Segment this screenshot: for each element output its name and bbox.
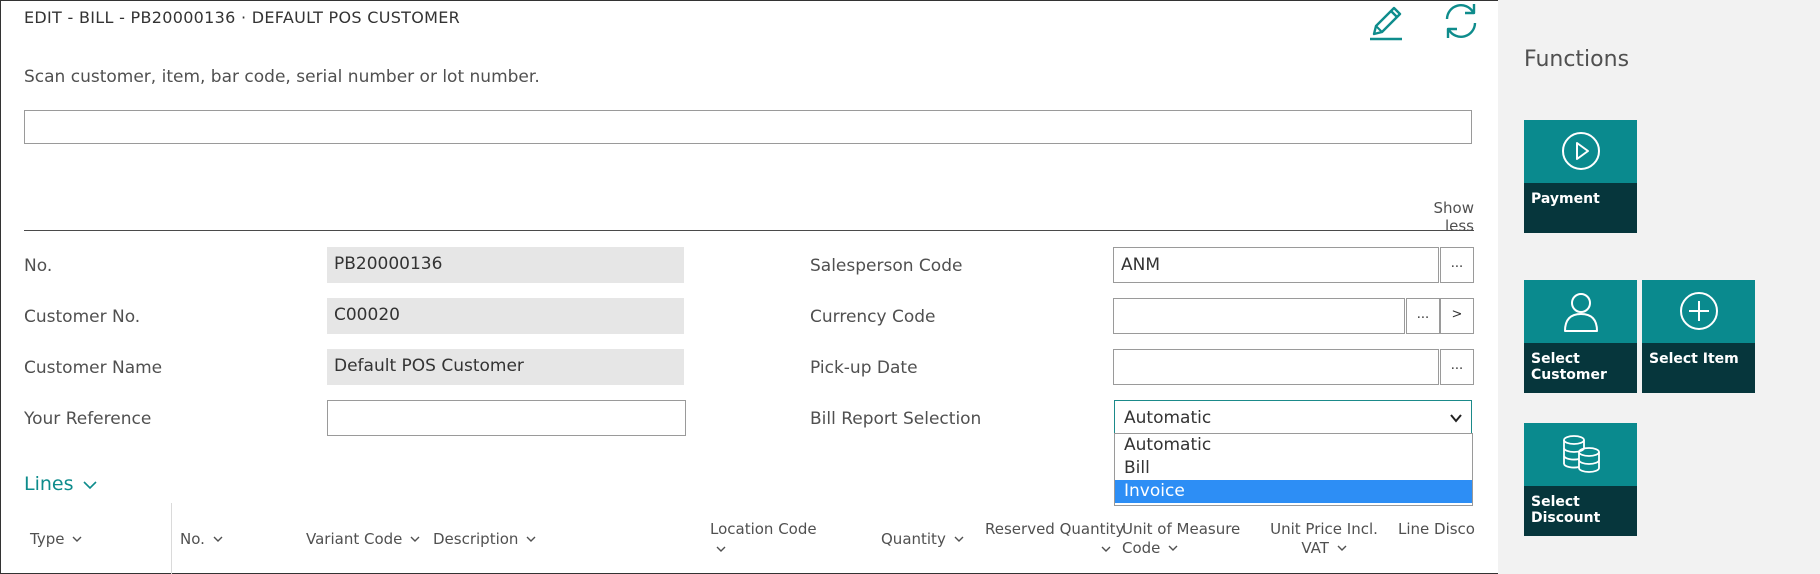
bill-report-selection-select[interactable]: Automatic (1114, 400, 1472, 436)
refresh-icon (1445, 4, 1477, 38)
pickup-date-lookup-button[interactable]: ... (1440, 349, 1474, 385)
tile-caption: Select Item (1649, 351, 1739, 367)
edit-button[interactable] (1366, 2, 1406, 42)
functions-title: Functions (1524, 47, 1630, 72)
customer-no-label: Customer No. (24, 307, 141, 327)
pencil-icon (1370, 6, 1402, 41)
column-header-type[interactable]: Type (30, 530, 82, 549)
plus-circle-icon (1680, 292, 1718, 330)
currency-lookup-button[interactable]: ... (1406, 298, 1440, 334)
chevron-down-icon (954, 536, 964, 542)
salesperson-code-label: Salesperson Code (810, 256, 963, 276)
column-header-reserved-quantity[interactable]: Reserved Quantity (985, 520, 1125, 558)
column-separator (171, 503, 172, 574)
chevron-down-icon (1450, 414, 1462, 423)
chevron-down-icon (526, 536, 536, 542)
column-header-label: Unit Price Incl. VAT (1270, 520, 1378, 557)
chevron-down-icon (82, 480, 97, 489)
chevron-down-icon (1337, 545, 1347, 551)
column-header-label: Type (30, 530, 65, 548)
dropdown-option-bill[interactable]: Bill (1115, 457, 1472, 480)
lines-section-toggle[interactable]: Lines (24, 473, 97, 495)
your-reference-input[interactable] (327, 400, 686, 436)
currency-drilldown-button[interactable]: > (1440, 298, 1474, 334)
no-field: PB20000136 (327, 247, 684, 283)
salesperson-lookup-button[interactable]: ... (1440, 247, 1474, 283)
pickup-date-label: Pick-up Date (810, 358, 918, 378)
chevron-down-icon (1168, 545, 1178, 551)
column-header-label: Description (433, 530, 519, 548)
scan-input[interactable] (24, 110, 1472, 144)
tile-caption: Select Customer (1531, 351, 1607, 383)
salesperson-code-input[interactable]: ANM (1113, 247, 1439, 283)
tile-caption: Select Discount (1531, 494, 1601, 526)
chevron-down-icon (72, 536, 82, 542)
column-header-label: No. (180, 530, 205, 548)
column-header-label: Line Discou (1398, 520, 1476, 538)
chevron-down-icon (410, 536, 420, 542)
column-header-label: Location Code (710, 520, 817, 538)
column-header-label: Unit of Measure Code (1122, 520, 1241, 557)
main-content: EDIT - BILL - PB20000136 · DEFAULT POS C… (0, 0, 1498, 574)
select-item-tile[interactable]: Select Item (1642, 280, 1755, 393)
bill-report-selection-label: Bill Report Selection (810, 409, 982, 429)
column-header-no[interactable]: No. (180, 530, 223, 549)
select-customer-tile[interactable]: Select Customer (1524, 280, 1637, 393)
pickup-date-input[interactable] (1113, 349, 1439, 385)
customer-no-field: C00020 (327, 298, 684, 334)
column-header-unit-price-incl-vat[interactable]: Unit Price Incl. VAT (1264, 520, 1384, 558)
column-header-location-code[interactable]: Location Code (710, 520, 830, 558)
selected-value: Automatic (1124, 408, 1212, 428)
coins-icon (1563, 435, 1600, 473)
chevron-down-icon (213, 536, 223, 542)
column-header-label: Quantity (881, 530, 946, 548)
chevron-down-icon (1101, 546, 1111, 552)
section-divider (24, 230, 1474, 231)
column-header-line-discount[interactable]: Line Discou (1398, 520, 1476, 539)
customer-name-field: Default POS Customer (327, 349, 684, 385)
dropdown-option-automatic[interactable]: Automatic (1115, 434, 1472, 457)
bill-report-dropdown-list: Automatic Bill Invoice (1114, 433, 1473, 506)
lines-title: Lines (24, 473, 74, 495)
column-header-label: Reserved Quantity (985, 520, 1125, 538)
no-label: No. (24, 256, 53, 276)
column-header-description[interactable]: Description (433, 530, 536, 549)
customer-name-label: Customer Name (24, 358, 163, 378)
chevron-down-icon (716, 546, 726, 552)
column-header-quantity[interactable]: Quantity (881, 530, 964, 549)
refresh-button[interactable] (1441, 1, 1481, 41)
payment-tile[interactable]: Payment (1524, 120, 1637, 233)
play-circle-icon (1562, 132, 1600, 170)
your-reference-label: Your Reference (24, 409, 152, 429)
tile-caption: Payment (1531, 191, 1600, 207)
column-header-label: Variant Code (306, 530, 403, 548)
currency-code-input[interactable] (1113, 298, 1405, 334)
select-discount-tile[interactable]: Select Discount (1524, 423, 1637, 536)
scan-hint: Scan customer, item, bar code, serial nu… (24, 67, 540, 87)
page-title: EDIT - BILL - PB20000136 · DEFAULT POS C… (24, 8, 461, 27)
column-header-variant-code[interactable]: Variant Code (306, 530, 420, 549)
column-header-unit-of-measure-code[interactable]: Unit of Measure Code (1122, 520, 1242, 558)
person-icon (1564, 293, 1598, 332)
currency-code-label: Currency Code (810, 307, 936, 327)
dropdown-option-invoice[interactable]: Invoice (1115, 480, 1472, 503)
